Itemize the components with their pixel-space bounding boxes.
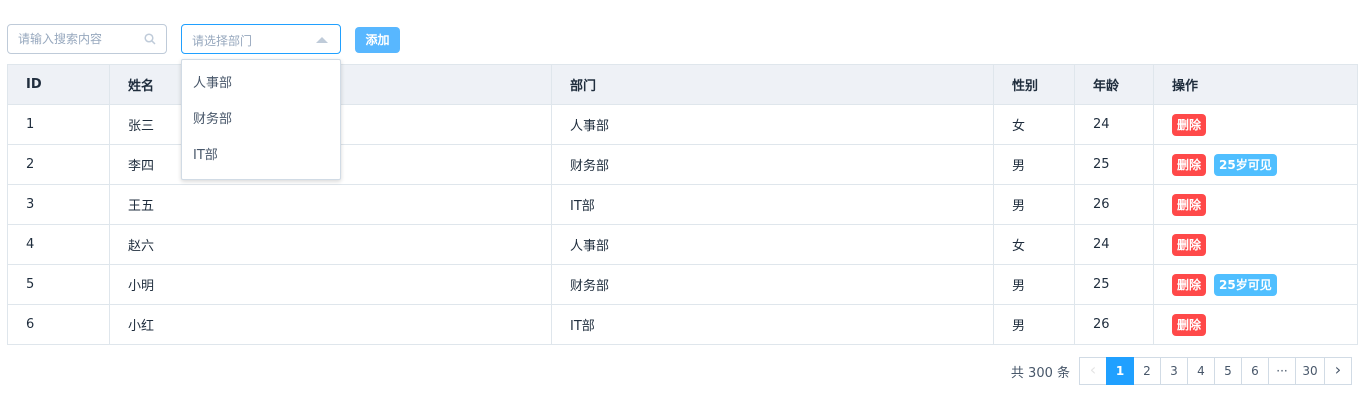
page-button-last[interactable]: 30 (1295, 357, 1325, 385)
column-header-id[interactable]: ID (7, 64, 110, 105)
search-icon[interactable] (144, 33, 156, 45)
page-button-2[interactable]: 2 (1133, 357, 1161, 385)
page-ellipsis[interactable]: ··· (1268, 357, 1296, 385)
page-button-4[interactable]: 4 (1187, 357, 1215, 385)
cell-id: 6 (7, 304, 110, 345)
table-row: 6 小红 IT部 男 26 删除 (7, 304, 1358, 345)
cell-id: 5 (7, 264, 110, 305)
dropdown-option-it[interactable]: IT部 (182, 138, 340, 174)
delete-button[interactable]: 删除 (1172, 273, 1207, 296)
cell-dept: 人事部 (551, 224, 994, 265)
age-visible-badge[interactable]: 25岁可见 (1214, 273, 1277, 296)
cell-ops: 删除 25岁可见 (1153, 144, 1358, 185)
delete-button[interactable]: 删除 (1172, 233, 1207, 256)
age-visible-badge[interactable]: 25岁可见 (1214, 153, 1277, 176)
cell-age: 25 (1074, 144, 1154, 185)
column-header-age[interactable]: 年龄 (1074, 64, 1154, 105)
page-button-6[interactable]: 6 (1241, 357, 1269, 385)
cell-gender: 男 (993, 144, 1075, 185)
department-select[interactable]: 请选择部门 (181, 24, 341, 54)
cell-age: 24 (1074, 104, 1154, 145)
delete-button[interactable]: 删除 (1172, 153, 1207, 176)
cell-gender: 女 (993, 224, 1075, 265)
table-row: 4 赵六 人事部 女 24 删除 (7, 224, 1358, 265)
cell-name: 王五 (109, 184, 552, 225)
add-button[interactable]: 添加 (355, 27, 400, 53)
cell-ops: 删除 (1153, 224, 1358, 265)
pagination-total: 共 300 条 (1010, 365, 1070, 381)
delete-button[interactable]: 删除 (1172, 313, 1207, 336)
cell-age: 26 (1074, 304, 1154, 345)
cell-age: 26 (1074, 184, 1154, 225)
cell-dept: IT部 (551, 304, 994, 345)
column-header-gender[interactable]: 性别 (993, 64, 1075, 105)
cell-name: 小红 (109, 304, 552, 345)
cell-gender: 男 (993, 264, 1075, 305)
dropdown-option-finance[interactable]: 财务部 (182, 102, 340, 138)
chevron-right-icon[interactable]: › (1324, 357, 1352, 385)
cell-ops: 删除 (1153, 104, 1358, 145)
cell-id: 4 (7, 224, 110, 265)
cell-dept: 财务部 (551, 264, 994, 305)
cell-id: 3 (7, 184, 110, 225)
cell-gender: 男 (993, 184, 1075, 225)
cell-ops: 删除 25岁可见 (1153, 264, 1358, 305)
caret-up-icon (316, 37, 328, 43)
cell-dept: 财务部 (551, 144, 994, 185)
page-button-1[interactable]: 1 (1106, 357, 1134, 385)
cell-name: 小明 (109, 264, 552, 305)
table-row: 5 小明 财务部 男 25 删除 25岁可见 (7, 264, 1358, 305)
cell-age: 24 (1074, 224, 1154, 265)
cell-age: 25 (1074, 264, 1154, 305)
search-input[interactable] (8, 25, 136, 53)
delete-button[interactable]: 删除 (1172, 113, 1207, 136)
cell-id: 2 (7, 144, 110, 185)
cell-gender: 女 (993, 104, 1075, 145)
cell-ops: 删除 (1153, 184, 1358, 225)
cell-dept: 人事部 (551, 104, 994, 145)
search-box (7, 24, 167, 54)
pagination: 共 300 条 ‹ 1 2 3 4 5 6 ··· 30 › (1011, 357, 1352, 385)
column-header-ops: 操作 (1153, 64, 1358, 105)
cell-ops: 删除 (1153, 304, 1358, 345)
cell-name: 赵六 (109, 224, 552, 265)
dropdown-option-hr[interactable]: 人事部 (182, 66, 340, 102)
department-select-placeholder: 请选择部门 (192, 34, 253, 48)
cell-gender: 男 (993, 304, 1075, 345)
table-row: 3 王五 IT部 男 26 删除 (7, 184, 1358, 225)
department-dropdown: 人事部 财务部 IT部 (181, 59, 341, 180)
chevron-left-icon[interactable]: ‹ (1079, 357, 1107, 385)
page-button-5[interactable]: 5 (1214, 357, 1242, 385)
page-button-3[interactable]: 3 (1160, 357, 1188, 385)
delete-button[interactable]: 删除 (1172, 193, 1207, 216)
cell-id: 1 (7, 104, 110, 145)
cell-dept: IT部 (551, 184, 994, 225)
column-header-dept[interactable]: 部门 (551, 64, 994, 105)
